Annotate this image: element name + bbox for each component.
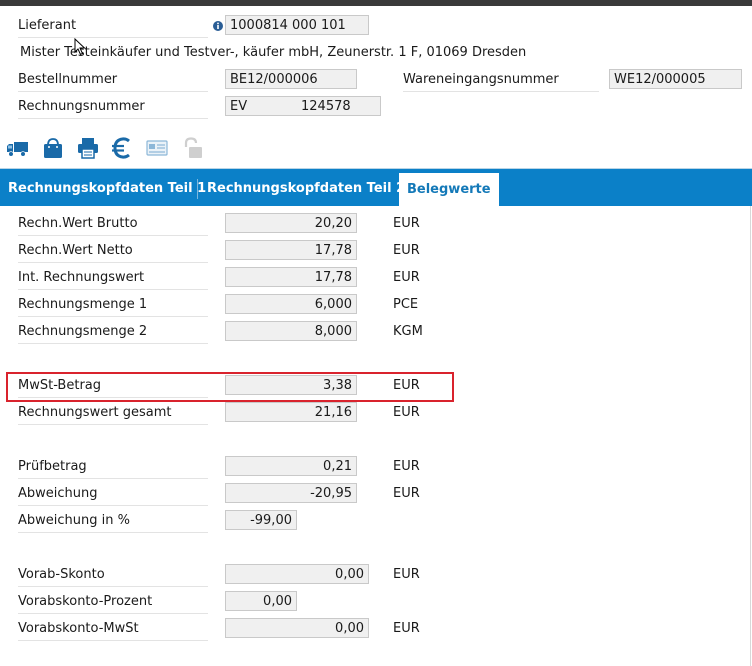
int-wert-field[interactable]: 17,78 — [225, 267, 357, 287]
netto-label: Rechn.Wert Netto — [18, 240, 208, 263]
abweichung-pct-label: Abweichung in % — [18, 510, 208, 533]
vorab-skonto-field[interactable]: 0,00 — [225, 564, 369, 584]
printer-icon[interactable] — [76, 137, 100, 159]
rechnungsnummer-label: Rechnungsnummer — [18, 96, 208, 119]
gesamt-field[interactable]: 21,16 — [225, 402, 357, 422]
tab-belegwerte[interactable]: Belegwerte — [399, 173, 499, 206]
tab-rechnungskopfdaten-1[interactable]: Rechnungskopfdaten Teil 1 — [0, 169, 214, 206]
truck-icon[interactable] — [6, 137, 30, 159]
bestellnummer-field[interactable]: BE12/000006 — [225, 69, 357, 89]
abweichung-unit: EUR — [393, 486, 420, 501]
menge1-label: Rechnungsmenge 1 — [18, 294, 208, 317]
menge1-field[interactable]: 6,000 — [225, 294, 357, 314]
bestellnummer-label: Bestellnummer — [18, 69, 208, 92]
wareneingang-label: Wareneingangsnummer — [403, 69, 599, 92]
int-wert-label: Int. Rechnungswert — [18, 267, 208, 290]
menge1-unit: PCE — [393, 297, 419, 312]
brutto-label: Rechn.Wert Brutto — [18, 213, 208, 236]
euro-icon[interactable] — [110, 137, 134, 159]
rechnungsnummer-field[interactable]: EV 124578 — [225, 96, 381, 116]
wareneingang-field[interactable]: WE12/000005 — [609, 69, 742, 89]
vorabskonto-mwst-unit: EUR — [393, 621, 420, 636]
gesamt-label: Rechnungswert gesamt — [18, 402, 208, 425]
tab-separator — [197, 179, 198, 199]
pruefbetrag-label: Prüfbetrag — [18, 456, 208, 479]
abweichung-pct-field[interactable]: -99,00 — [225, 510, 297, 530]
tab-rechnungskopfdaten-2[interactable]: Rechnungskopfdaten Teil 2 — [199, 169, 413, 206]
vorab-skonto-unit: EUR — [393, 567, 420, 582]
info-icon[interactable] — [213, 21, 223, 31]
gesamt-unit: EUR — [393, 405, 420, 420]
bag-icon[interactable] — [41, 137, 65, 159]
vorab-skonto-label: Vorab-Skonto — [18, 564, 208, 587]
netto-unit: EUR — [393, 243, 420, 258]
lieferant-field[interactable]: 1000814 000 101 — [225, 15, 369, 35]
vorabskonto-mwst-field[interactable]: 0,00 — [225, 618, 369, 638]
menge2-unit: KGM — [393, 324, 423, 339]
mouse-cursor-icon — [74, 38, 86, 56]
rechnungsnummer-value: 124578 — [301, 99, 351, 114]
int-wert-unit: EUR — [393, 270, 420, 285]
vorabskonto-mwst-label: Vorabskonto-MwSt — [18, 618, 208, 641]
card-icon[interactable] — [145, 137, 169, 159]
vorabskonto-prozent-label: Vorabskonto-Prozent — [18, 591, 208, 614]
tab-bar: Rechnungskopfdaten Teil 1 Rechnungskopfd… — [0, 168, 752, 206]
mwst-highlight-box — [6, 372, 454, 402]
vorabskonto-prozent-field[interactable]: 0,00 — [225, 591, 297, 611]
pruefbetrag-field[interactable]: 0,21 — [225, 456, 357, 476]
supplier-address: Mister Testeinkäufer und Testver-, käufe… — [20, 45, 527, 60]
pruefbetrag-unit: EUR — [393, 459, 420, 474]
abweichung-field[interactable]: -20,95 — [225, 483, 357, 503]
abweichung-label: Abweichung — [18, 483, 208, 506]
brutto-unit: EUR — [393, 216, 420, 231]
window-top-bar — [0, 0, 752, 6]
netto-field[interactable]: 17,78 — [225, 240, 357, 260]
lock-icon[interactable] — [180, 137, 204, 159]
lieferant-label: Lieferant — [18, 15, 208, 38]
menge2-field[interactable]: 8,000 — [225, 321, 357, 341]
rechnungsnummer-prefix: EV — [230, 99, 248, 114]
menge2-label: Rechnungsmenge 2 — [18, 321, 208, 344]
brutto-field[interactable]: 20,20 — [225, 213, 357, 233]
